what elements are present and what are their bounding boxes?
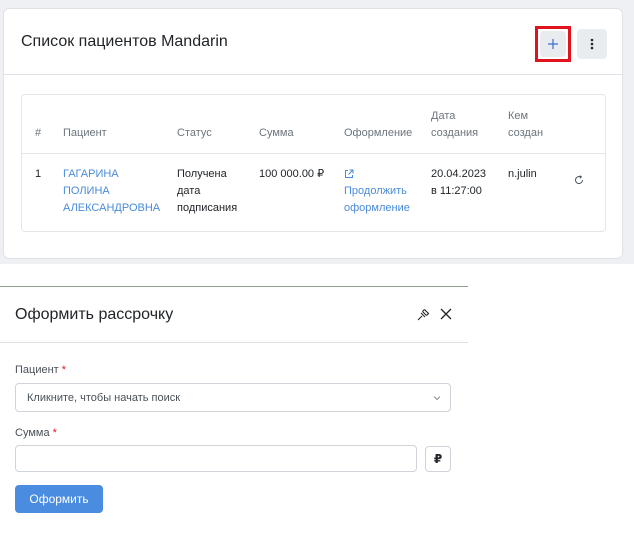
- form-title: Оформить рассрочку: [15, 306, 174, 323]
- column-header-created: Дата создания: [431, 108, 478, 142]
- pin-button[interactable]: [415, 307, 431, 323]
- column-header-amount: Сумма: [259, 127, 294, 139]
- external-link-icon: [345, 169, 354, 178]
- amount-cell: 100 000.00 ₽: [259, 168, 325, 180]
- add-button[interactable]: [540, 31, 566, 57]
- patient-name-link[interactable]: ГАГАРИНА ПОЛИНА АЛЕКСАНДРОВНА: [63, 166, 160, 217]
- patient-field-label: Пациент *: [15, 364, 66, 376]
- card-header: Список пациентов Mandarin: [4, 9, 622, 75]
- patient-name-line2: ПОЛИНА: [63, 185, 110, 197]
- continue-processing-line2: оформление: [344, 202, 410, 214]
- patient-label-text: Пациент: [15, 364, 59, 376]
- close-button[interactable]: [438, 306, 454, 322]
- form-top-border: [0, 286, 468, 287]
- patient-name-line1: ГАГАРИНА: [63, 168, 119, 180]
- header-divider: [22, 153, 605, 154]
- currency-button[interactable]: ₽: [425, 446, 451, 472]
- close-icon: [440, 308, 452, 320]
- status-line3: подписания: [177, 202, 238, 214]
- patient-select[interactable]: Кликните, чтобы начать поиск: [15, 383, 451, 412]
- status-line1: Получена: [177, 168, 227, 180]
- vertical-dots-icon: [590, 38, 594, 50]
- patient-list-card: Список пациентов Mandarin # Пациент Стат…: [3, 8, 623, 259]
- column-header-creator-line1: Кем: [508, 110, 529, 122]
- column-header-num: #: [35, 127, 42, 139]
- column-header-status: Статус: [177, 127, 212, 139]
- continue-processing-link[interactable]: Продолжить оформление: [344, 166, 410, 217]
- amount-label-text: Сумма: [15, 427, 50, 439]
- amount-field-label: Сумма *: [15, 427, 57, 439]
- refresh-icon: [575, 175, 584, 184]
- creator-cell: n.julin: [508, 168, 537, 180]
- column-header-patient: Пациент: [63, 127, 107, 139]
- more-options-button[interactable]: [577, 29, 607, 59]
- created-date-cell: 20.04.2023 в 11:27:00: [431, 166, 486, 200]
- created-date: 20.04.2023: [431, 168, 487, 180]
- patient-name-line3: АЛЕКСАНДРОВНА: [63, 202, 161, 214]
- plus-icon: [548, 39, 558, 49]
- add-button-highlight: [535, 26, 571, 62]
- column-header-processing: Оформление: [344, 127, 413, 139]
- row-number: 1: [35, 168, 42, 180]
- card-title: Список пациентов Mandarin: [21, 33, 228, 50]
- submit-button[interactable]: Оформить: [15, 485, 103, 513]
- required-mark: *: [52, 427, 57, 439]
- column-header-created-line2: создания: [431, 127, 479, 139]
- patient-select-placeholder: Кликните, чтобы начать поиск: [27, 392, 181, 404]
- column-header-creator-line2: создан: [508, 127, 544, 139]
- continue-processing-line1: Продолжить: [344, 185, 407, 197]
- required-mark: *: [61, 364, 67, 376]
- status-cell: Получена дата подписания: [177, 166, 237, 217]
- patients-table: # Пациент Статус Сумма Оформление Дата с…: [21, 94, 606, 232]
- chevron-down-icon: [433, 396, 441, 401]
- refresh-button[interactable]: [573, 173, 585, 185]
- created-time: в 11:27:00: [431, 185, 482, 197]
- pin-icon: [417, 309, 430, 321]
- form-header-divider: [0, 342, 468, 343]
- column-header-created-line1: Дата: [431, 110, 456, 122]
- amount-input[interactable]: [15, 445, 417, 472]
- status-line2: дата: [177, 185, 201, 197]
- column-header-creator: Кем создан: [508, 108, 543, 142]
